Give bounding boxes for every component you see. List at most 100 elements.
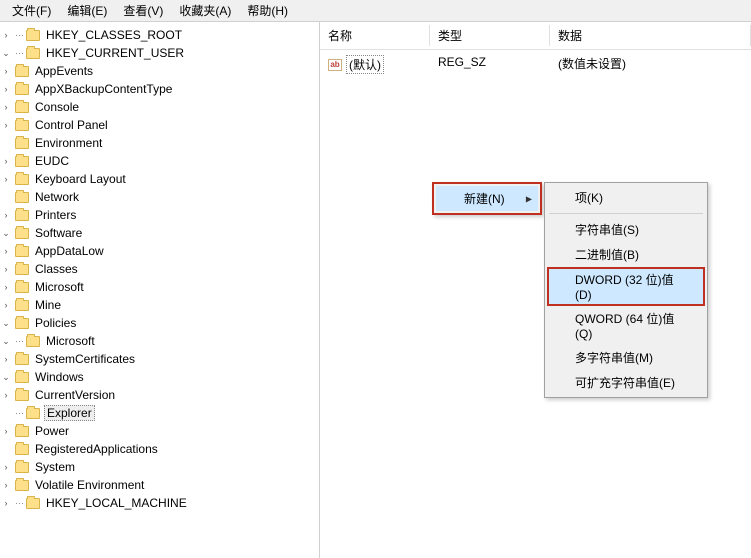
- folder-icon: [26, 408, 40, 419]
- context-submenu-new: 项(K) 字符串值(S) 二进制值(B) DWORD (32 位)值(D) QW…: [544, 182, 708, 398]
- folder-icon: [15, 138, 29, 149]
- collapse-icon[interactable]: ⌄: [0, 371, 12, 383]
- folder-icon: [15, 462, 29, 473]
- col-header-name[interactable]: 名称: [320, 25, 430, 46]
- tree-item[interactable]: Printers: [33, 208, 78, 222]
- expand-icon[interactable]: ›: [0, 101, 12, 113]
- tree-item[interactable]: AppEvents: [33, 64, 95, 78]
- folder-icon: [15, 426, 29, 437]
- tree-item[interactable]: RegisteredApplications: [33, 442, 160, 456]
- folder-icon: [26, 48, 40, 59]
- menu-label: 新建(N): [464, 192, 505, 206]
- folder-icon: [26, 336, 40, 347]
- folder-icon: [15, 174, 29, 185]
- col-header-data[interactable]: 数据: [550, 25, 751, 46]
- menu-item-new[interactable]: 新建(N) ▶: [436, 186, 538, 211]
- folder-icon: [15, 318, 29, 329]
- folder-icon: [15, 102, 29, 113]
- expand-icon[interactable]: ›: [0, 461, 12, 473]
- list-row[interactable]: ab (默认) REG_SZ (数值未设置): [320, 50, 751, 79]
- tree-item-software[interactable]: Software: [33, 226, 84, 240]
- tree-item-hkcu[interactable]: HKEY_CURRENT_USER: [44, 46, 186, 60]
- chevron-right-icon: ▶: [526, 194, 532, 203]
- menu-help[interactable]: 帮助(H): [239, 0, 296, 21]
- expand-icon[interactable]: ›: [0, 479, 12, 491]
- value-data: (数值未设置): [550, 53, 634, 76]
- tree-item[interactable]: Windows: [33, 370, 86, 384]
- expand-icon[interactable]: ›: [0, 281, 12, 293]
- collapse-icon[interactable]: ⌄: [0, 317, 12, 329]
- expand-icon[interactable]: ›: [0, 65, 12, 77]
- expand-icon[interactable]: ›: [0, 425, 12, 437]
- expand-icon[interactable]: ›: [0, 209, 12, 221]
- folder-icon: [15, 444, 29, 455]
- tree-item-hklm[interactable]: HKEY_LOCAL_MACHINE: [44, 496, 189, 510]
- menu-view[interactable]: 查看(V): [115, 0, 171, 21]
- collapse-icon[interactable]: ⌄: [0, 227, 12, 239]
- tree-item[interactable]: CurrentVersion: [33, 388, 117, 402]
- tree-item-policies[interactable]: Policies: [33, 316, 78, 330]
- expand-icon[interactable]: ›: [0, 245, 12, 257]
- menu-separator: [549, 213, 703, 214]
- expand-icon[interactable]: ›: [0, 83, 12, 95]
- collapse-icon[interactable]: ⌄: [0, 335, 12, 347]
- menu-item-multistring[interactable]: 多字符串值(M): [547, 345, 705, 370]
- tree-item[interactable]: Environment: [33, 136, 104, 150]
- folder-icon: [26, 30, 40, 41]
- folder-icon: [26, 498, 40, 509]
- menu-item-qword[interactable]: QWORD (64 位)值(Q): [547, 306, 705, 345]
- menu-edit[interactable]: 编辑(E): [59, 0, 115, 21]
- expand-icon[interactable]: ›: [0, 173, 12, 185]
- tree-item-hkcr[interactable]: HKEY_CLASSES_ROOT: [44, 28, 184, 42]
- folder-icon: [15, 246, 29, 257]
- menu-item-expandstring[interactable]: 可扩充字符串值(E): [547, 370, 705, 395]
- tree-item[interactable]: Classes: [33, 262, 80, 276]
- expand-icon[interactable]: ›: [0, 497, 12, 509]
- tree-item[interactable]: EUDC: [33, 154, 71, 168]
- folder-icon: [15, 156, 29, 167]
- string-value-icon: ab: [328, 59, 342, 71]
- col-header-type[interactable]: 类型: [430, 25, 550, 46]
- folder-icon: [15, 228, 29, 239]
- tree-item[interactable]: System: [33, 460, 77, 474]
- expand-icon[interactable]: ›: [0, 389, 12, 401]
- collapse-icon[interactable]: ⌄: [0, 47, 12, 59]
- tree-item[interactable]: Control Panel: [33, 118, 110, 132]
- tree-item[interactable]: Microsoft: [44, 334, 97, 348]
- expand-icon[interactable]: ›: [0, 299, 12, 311]
- folder-icon: [15, 120, 29, 131]
- folder-icon: [15, 372, 29, 383]
- tree-item[interactable]: Microsoft: [33, 280, 86, 294]
- menu-item-key[interactable]: 项(K): [547, 185, 705, 210]
- tree-item[interactable]: AppDataLow: [33, 244, 106, 258]
- folder-icon: [15, 282, 29, 293]
- expand-icon[interactable]: ›: [0, 29, 12, 41]
- menu-favorites[interactable]: 收藏夹(A): [171, 0, 239, 21]
- folder-icon: [15, 192, 29, 203]
- expand-icon[interactable]: ›: [0, 155, 12, 167]
- tree-item[interactable]: Mine: [33, 298, 63, 312]
- menu-item-dword[interactable]: DWORD (32 位)值(D): [547, 267, 705, 306]
- tree-item[interactable]: AppXBackupContentType: [33, 82, 174, 96]
- expand-icon[interactable]: ›: [0, 353, 12, 365]
- tree-item[interactable]: Console: [33, 100, 81, 114]
- menu-item-string[interactable]: 字符串值(S): [547, 217, 705, 242]
- expand-icon[interactable]: ›: [0, 263, 12, 275]
- folder-icon: [15, 264, 29, 275]
- tree-item-explorer[interactable]: Explorer: [44, 405, 95, 421]
- tree-item[interactable]: Keyboard Layout: [33, 172, 128, 186]
- expand-icon[interactable]: ›: [0, 119, 12, 131]
- tree-item[interactable]: Volatile Environment: [33, 478, 146, 492]
- value-name: (默认): [346, 55, 384, 74]
- folder-icon: [15, 390, 29, 401]
- menu-file[interactable]: 文件(F): [4, 0, 59, 21]
- folder-icon: [15, 210, 29, 221]
- tree-item[interactable]: Power: [33, 424, 71, 438]
- context-menu-new: 新建(N) ▶: [432, 182, 542, 215]
- tree-item[interactable]: Network: [33, 190, 81, 204]
- menu-item-binary[interactable]: 二进制值(B): [547, 242, 705, 267]
- folder-icon: [15, 84, 29, 95]
- folder-icon: [15, 66, 29, 77]
- tree-item[interactable]: SystemCertificates: [33, 352, 137, 366]
- tree-panel: ›⋯HKEY_CLASSES_ROOT ⌄⋯HKEY_CURRENT_USER …: [0, 22, 320, 558]
